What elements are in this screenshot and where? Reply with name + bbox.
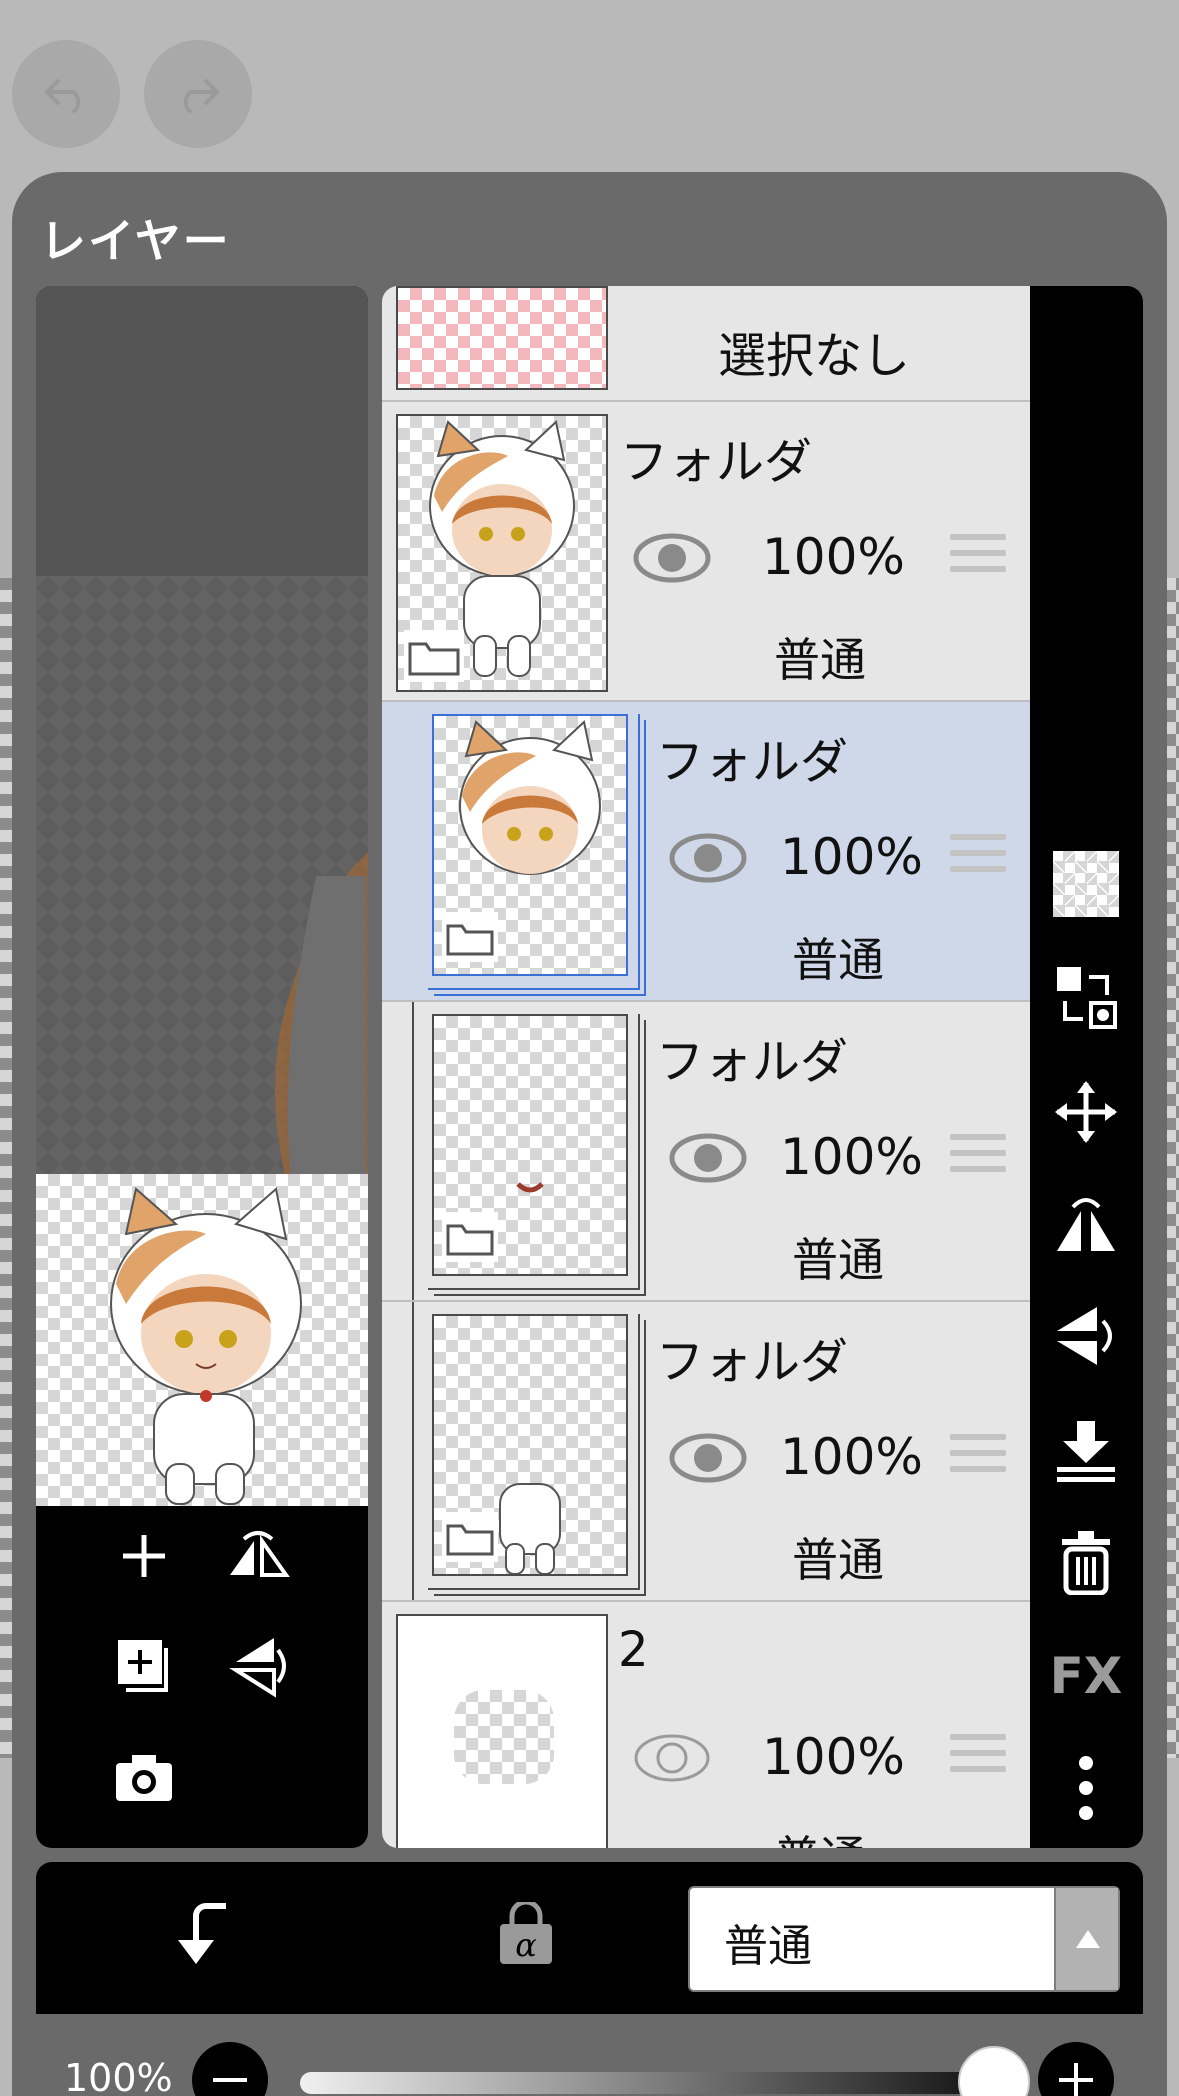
layer-thumbnail [432, 1314, 628, 1576]
layer-thumbnail [396, 414, 608, 692]
layer-tools-toolbar: FX [1030, 286, 1143, 1848]
add-folder-icon [118, 1640, 168, 1692]
layer-blend-mode: 普通 [792, 933, 884, 987]
layer-name: 2 [618, 1622, 649, 1678]
camera-button[interactable] [104, 1738, 184, 1818]
move-button[interactable] [1044, 1070, 1128, 1154]
eye-icon[interactable] [668, 1430, 748, 1486]
flip-horizontal-layer-button[interactable] [1044, 1182, 1128, 1266]
clipping-arrow-icon [178, 1903, 226, 1964]
eye-icon[interactable] [668, 830, 748, 886]
clipping-button[interactable] [166, 1900, 232, 1974]
preview-thumbnail [36, 1174, 368, 1506]
layer-name: フォルダ [656, 1034, 849, 1090]
layer-thumbnail [432, 1014, 628, 1276]
blend-mode-value: 普通 [724, 1921, 812, 1972]
redo-button[interactable] [144, 40, 252, 148]
redo-icon [183, 78, 220, 114]
panel-title: レイヤー [40, 214, 231, 268]
opacity-label: 100% [64, 2056, 173, 2096]
layer-name: フォルダ [620, 434, 813, 490]
layer-blend-mode: 普通 [774, 1822, 866, 1848]
layer-row-selected[interactable]: フォルダ 100% 普通 [382, 702, 1030, 1002]
eye-icon[interactable] [668, 1130, 748, 1186]
camera-icon [116, 1755, 172, 1801]
svg-text:α: α [515, 1926, 537, 1964]
swap-icon [1057, 967, 1117, 1029]
drag-handle[interactable] [950, 1734, 1006, 1784]
folder-icon [446, 1224, 494, 1256]
blend-mode-select[interactable]: 普通 [688, 1886, 1120, 1992]
flip-vertical-icon [229, 1638, 286, 1698]
eye-icon[interactable] [632, 530, 712, 586]
flip-horizontal-icon [1057, 1198, 1115, 1251]
trash-icon [1062, 1531, 1110, 1595]
merge-down-icon [1057, 1421, 1115, 1482]
flip-vertical-layer-button[interactable] [1044, 1294, 1128, 1378]
layer-blend-mode: 普通 [792, 1233, 884, 1287]
alpha-lock-button[interactable]: α [496, 1899, 556, 1972]
layer-opacity: 100% [762, 528, 905, 586]
undo-icon [44, 78, 81, 114]
more-vertical-icon [1079, 1756, 1093, 1820]
layer-opacity: 100% [762, 1728, 905, 1786]
layer-thumbnail [396, 1614, 608, 1848]
layer-opacity: 100% [780, 1428, 923, 1486]
layer-opacity: 100% [780, 1128, 923, 1186]
minus-icon [213, 2078, 247, 2082]
drag-handle[interactable] [950, 834, 1006, 884]
plus-icon [123, 1535, 165, 1577]
flip-vertical-button[interactable] [218, 1626, 298, 1706]
eye-outline-icon[interactable] [632, 1730, 712, 1786]
swap-layer-button[interactable] [1044, 956, 1128, 1040]
canvas-preview [36, 286, 368, 1848]
drag-handle[interactable] [950, 534, 1006, 584]
layer-name: フォルダ [656, 1334, 849, 1390]
flip-horizontal-button[interactable] [218, 1516, 298, 1596]
drag-handle[interactable] [950, 1434, 1006, 1484]
alpha-lock-icon: α [500, 1899, 552, 1964]
layer-row[interactable]: フォルダ 100% 普通 [382, 1002, 1030, 1302]
layer-blend-mode: 普通 [774, 633, 866, 687]
blend-mode-dropdown-arrow[interactable] [1054, 1888, 1118, 1990]
layer-name: 選択なし [718, 328, 911, 384]
merge-down-button[interactable] [1044, 1408, 1128, 1492]
layer-name: フォルダ [656, 734, 849, 790]
add-folder-button[interactable] [104, 1626, 184, 1706]
layer-row[interactable]: フォルダ 100% 普通 [382, 1302, 1030, 1602]
transparency-button[interactable] [1044, 842, 1128, 926]
delete-layer-button[interactable] [1044, 1520, 1128, 1604]
layer-thumbnail [432, 714, 628, 976]
plus-icon [1059, 2063, 1093, 2096]
layer-row-selection[interactable]: 選択なし [382, 286, 1030, 402]
drag-handle[interactable] [950, 1134, 1006, 1184]
character-image [110, 1187, 302, 1505]
folder-icon [446, 924, 494, 956]
move-icon [1055, 1081, 1117, 1143]
triangle-up-icon [1076, 1930, 1100, 1948]
fx-button[interactable]: FX [1044, 1634, 1128, 1718]
add-layer-button[interactable] [104, 1516, 184, 1596]
folder-icon [446, 1524, 494, 1556]
undo-button[interactable] [12, 40, 120, 148]
layer-list[interactable]: 選択なし フォルダ 100% 普通 フォルダ 100% 普通 フォルダ 100%… [382, 286, 1030, 1848]
layer-row[interactable]: 2 100% 普通 [382, 1602, 1030, 1848]
more-options-button[interactable] [1044, 1746, 1128, 1830]
layer-row[interactable]: フォルダ 100% 普通 [382, 402, 1030, 702]
checker-icon [1053, 851, 1119, 917]
flip-vertical-icon [1057, 1307, 1112, 1365]
opacity-slider-track[interactable] [300, 2072, 1030, 2094]
flip-horizontal-icon [230, 1531, 290, 1577]
layer-blend-mode: 普通 [792, 1533, 884, 1587]
layer-opacity: 100% [780, 828, 923, 886]
folder-icon [408, 642, 460, 676]
selection-thumbnail [396, 286, 608, 390]
